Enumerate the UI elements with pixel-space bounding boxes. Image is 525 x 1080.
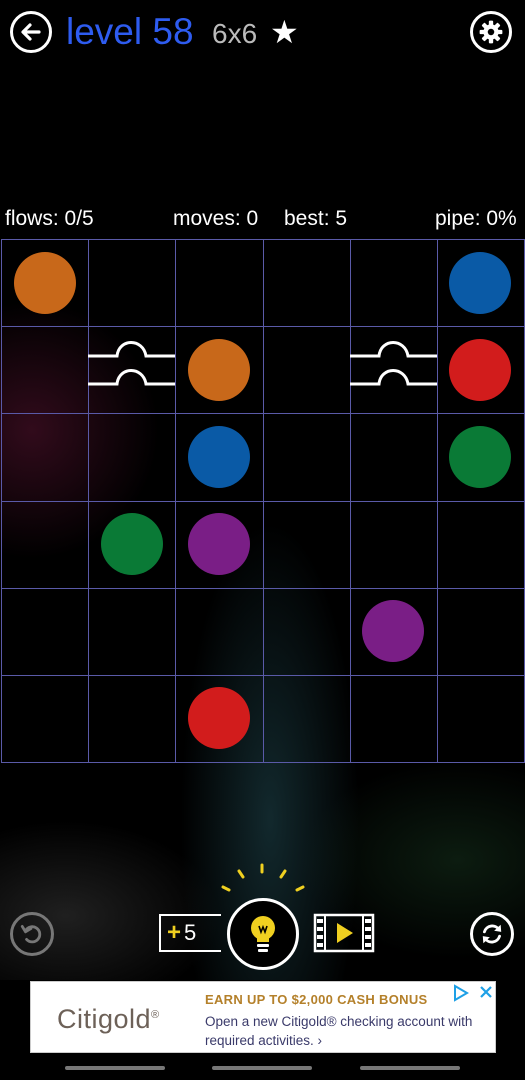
flow-dot-red[interactable] <box>188 687 250 749</box>
grid-size-label: 6x6 <box>212 18 258 49</box>
flow-dot-green[interactable] <box>449 426 511 488</box>
light-rays-icon <box>221 863 305 892</box>
flow-dot-blue[interactable] <box>188 426 250 488</box>
hint-count-value: 5 <box>184 920 197 945</box>
star-icon: ★ <box>270 14 299 50</box>
hint-count-prefix: + <box>167 919 182 946</box>
board-cell[interactable] <box>263 239 351 327</box>
game-board[interactable] <box>1 239 525 763</box>
board-cell[interactable] <box>1 413 89 502</box>
board-cell[interactable] <box>1 588 89 676</box>
flow-dot-blue[interactable] <box>449 252 511 314</box>
board-cell[interactable] <box>437 501 525 589</box>
board-cell[interactable] <box>437 588 525 676</box>
moves-counter: moves: 0 <box>173 207 259 230</box>
board-cell[interactable] <box>437 675 525 763</box>
board-cell[interactable] <box>88 239 176 327</box>
ad-headline: EARN UP TO $2,000 CASH BONUS <box>205 992 428 1007</box>
video-play-icon[interactable] <box>313 913 375 953</box>
best-score: best: 5 <box>284 207 348 230</box>
board-cell[interactable] <box>1 675 89 763</box>
flows-counter: flows: 0/5 <box>5 207 94 230</box>
restart-button[interactable] <box>470 912 514 956</box>
lightbulb-icon <box>251 916 275 952</box>
board-cell[interactable] <box>263 326 351 414</box>
nav-back-handle[interactable] <box>65 1066 165 1070</box>
board-cell[interactable] <box>350 239 438 327</box>
bottom-controls: + 5 <box>0 855 525 975</box>
gear-icon <box>479 20 503 44</box>
board-cell[interactable] <box>175 239 264 327</box>
board-cell[interactable] <box>1 326 89 414</box>
back-button[interactable] <box>10 11 52 53</box>
nav-home-handle[interactable] <box>212 1066 312 1070</box>
board-cell[interactable] <box>350 675 438 763</box>
board-cell[interactable] <box>350 501 438 589</box>
ad-logo: Citigold® <box>57 1004 160 1034</box>
refresh-icon <box>482 924 502 944</box>
hint-button[interactable] <box>227 898 299 970</box>
board-cell[interactable] <box>263 501 351 589</box>
hint-count-badge[interactable]: + 5 <box>159 914 221 952</box>
pipe-percent: pipe: 0% <box>435 207 517 230</box>
settings-button[interactable] <box>470 11 512 53</box>
board-cell[interactable] <box>263 588 351 676</box>
board-cell[interactable] <box>1 501 89 589</box>
bridge-icon <box>88 341 175 386</box>
ad-body: Open a new Citigold® checking account wi… <box>205 1014 473 1048</box>
board-cell[interactable] <box>175 588 264 676</box>
ad-choices-icon[interactable] <box>451 984 495 1002</box>
arrow-left-icon <box>21 23 41 41</box>
board-cell[interactable] <box>88 675 176 763</box>
undo-icon <box>20 925 42 944</box>
flow-dot-orange[interactable] <box>188 339 250 401</box>
undo-button[interactable] <box>10 912 54 956</box>
board-cell[interactable] <box>88 413 176 502</box>
system-nav-bar <box>0 1060 525 1080</box>
top-bar: level 58 6x6 ★ <box>0 0 525 66</box>
flow-dot-red[interactable] <box>449 339 511 401</box>
level-title: level 58 <box>66 11 194 52</box>
ad-banner[interactable]: Citigold® EARN UP TO $2,000 CASH BONUS O… <box>30 981 496 1053</box>
board-cell[interactable] <box>263 413 351 502</box>
flow-dot-purple[interactable] <box>362 600 424 662</box>
board-cell[interactable] <box>263 675 351 763</box>
flow-dot-green[interactable] <box>101 513 163 575</box>
board-cell[interactable] <box>88 588 176 676</box>
bridge-icon <box>350 341 437 386</box>
flow-dot-orange[interactable] <box>14 252 76 314</box>
board-cell[interactable] <box>350 413 438 502</box>
nav-recents-handle[interactable] <box>360 1066 460 1070</box>
flow-dot-purple[interactable] <box>188 513 250 575</box>
